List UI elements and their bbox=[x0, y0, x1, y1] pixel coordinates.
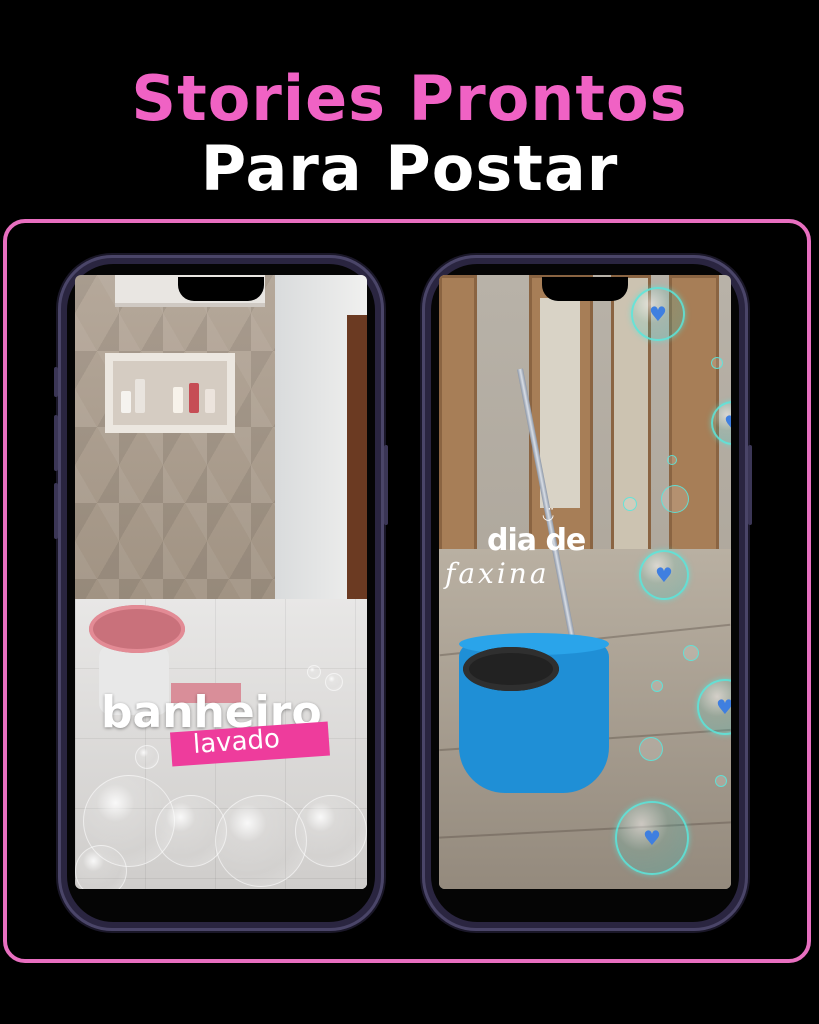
phone-notch bbox=[542, 277, 628, 301]
story-caption-sub: lavado bbox=[192, 724, 281, 760]
page-title-line2: Para Postar bbox=[200, 132, 619, 205]
heart-bubble-icon: ♥ bbox=[615, 801, 689, 875]
bubble-icon bbox=[215, 795, 307, 887]
bubble-icon bbox=[667, 455, 677, 465]
shower-niche bbox=[105, 353, 235, 433]
bubble-icon bbox=[639, 737, 663, 761]
story-screen-bathroom: banheiro lavado bbox=[75, 275, 367, 889]
bubble-icon bbox=[75, 845, 127, 889]
story-caption-script: faxina bbox=[445, 557, 550, 590]
toilet-lid-cover bbox=[89, 605, 185, 653]
bubble-icon bbox=[683, 645, 699, 661]
heart-bubble-icon: ♥ bbox=[639, 550, 689, 600]
story-screen-cleaning: ◡̈ dia de faxina ♥ ♥ ♥ ♥ ♥ bbox=[439, 275, 731, 889]
smile-icon: ◡̈ bbox=[542, 507, 555, 523]
bubble-icon bbox=[295, 795, 367, 867]
bubble-icon bbox=[651, 680, 663, 692]
bubble-icon bbox=[307, 665, 321, 679]
phone-mockup-right: ◡̈ dia de faxina ♥ ♥ ♥ ♥ ♥ bbox=[422, 255, 752, 931]
bubble-icon bbox=[715, 775, 727, 787]
story-caption-main: dia de bbox=[487, 523, 586, 558]
bubble-icon bbox=[711, 357, 723, 369]
phone-notch bbox=[178, 277, 264, 301]
bubble-icon bbox=[623, 497, 637, 511]
mop-bucket bbox=[459, 625, 609, 793]
bubble-icon bbox=[135, 745, 159, 769]
bubble-icon bbox=[661, 485, 689, 513]
phone-mockup-left: banheiro lavado bbox=[54, 255, 388, 931]
page-title-line1: Stories Prontos bbox=[131, 62, 688, 135]
bubble-icon bbox=[325, 673, 343, 691]
heart-bubble-icon: ♥ bbox=[631, 287, 685, 341]
